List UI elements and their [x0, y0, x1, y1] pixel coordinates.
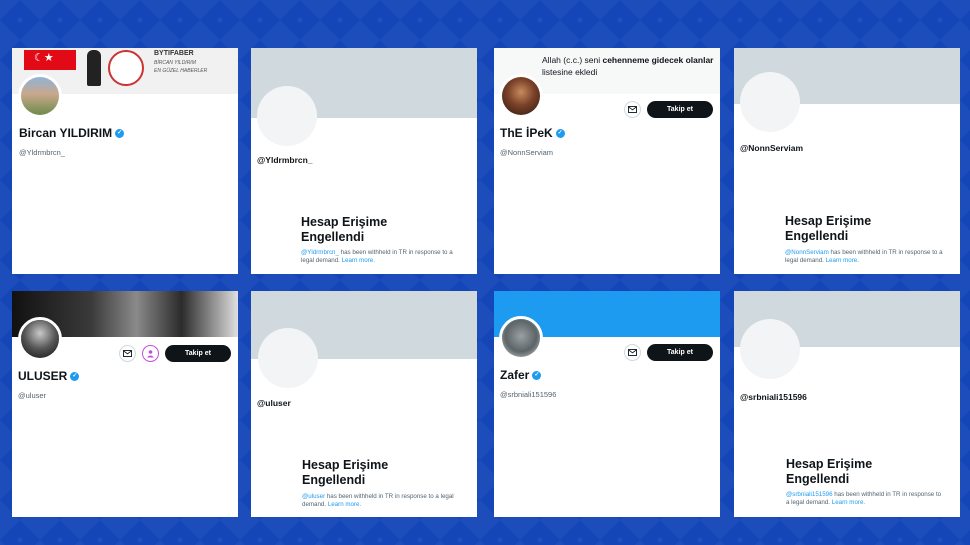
banner-brand-text: BYTIFABER — [154, 50, 194, 57]
banner-quote: Allah (c.c.) seni cehenneme gidecek olan… — [542, 54, 720, 78]
profile-name[interactable]: ThE İPeK ✓ — [500, 126, 565, 140]
withheld-card-uluser: @uluser Hesap Erişime Engellendi @uluser… — [251, 291, 477, 517]
ataturk-figure-image — [87, 50, 101, 86]
profile-handle: @Yldrmbrcn_ — [257, 155, 313, 165]
withheld-card-yldrmbrcn: @Yldrmbrcn_ Hesap Erişime Engellendi @Yl… — [251, 48, 477, 274]
subscribe-button[interactable] — [142, 345, 159, 362]
withheld-card-srbniali: @srbniali151596 Hesap Erişime Engellendi… — [734, 291, 960, 517]
person-icon — [147, 350, 154, 358]
verified-badge-icon: ✓ — [70, 371, 80, 381]
withheld-notice: @uluser has been withheld in TR in respo… — [302, 493, 462, 509]
profile-handle: @uluser — [18, 391, 47, 400]
profile-card-zafer: Takip et Zafer ✓ @srbniali151596 — [494, 291, 720, 517]
follow-button[interactable]: Takip et — [647, 101, 713, 118]
profile-card-ipek: Allah (c.c.) seni cehenneme gidecek olan… — [494, 48, 720, 274]
withheld-title: Hesap Erişime Engellendi — [301, 215, 388, 244]
withheld-notice-text: has been withheld in TR in response to a… — [302, 493, 454, 508]
withheld-notice: @srbniali151596 has been withheld in TR … — [786, 491, 946, 507]
withheld-handle-link[interactable]: @Yldrmbrcn_ — [301, 249, 339, 256]
learn-more-link[interactable]: Learn more. — [342, 257, 375, 264]
message-button[interactable] — [624, 101, 641, 118]
withheld-notice: @Yldrmbrcn_ has been withheld in TR in r… — [301, 249, 461, 265]
crescent-star-icon: ☾★ — [34, 52, 54, 64]
profile-name[interactable]: Zafer ✓ — [500, 368, 542, 382]
avatar[interactable] — [18, 317, 62, 361]
avatar-placeholder — [740, 72, 800, 132]
withheld-handle-link[interactable]: @NonnServiam — [785, 249, 829, 256]
profile-card-uluser: Takip et ULUSER ✓ @uluser — [12, 291, 238, 517]
avatar-placeholder — [257, 86, 317, 146]
withheld-handle-link[interactable]: @srbniali151596 — [786, 491, 833, 498]
learn-more-link[interactable]: Learn more. — [826, 257, 859, 264]
quote-bold: cehenneme gidecek olanlar — [602, 55, 714, 65]
profile-name-text: Bircan YILDIRIM — [19, 126, 113, 140]
profile-handle: @Yldrmbrcn_ — [19, 148, 65, 157]
brand-logo-icon — [108, 50, 144, 86]
profile-name-text: ULUSER — [18, 369, 68, 383]
avatar[interactable] — [499, 74, 543, 118]
withheld-title: Hesap Erişime Engellendi — [786, 457, 873, 486]
mail-icon — [123, 350, 132, 357]
profile-name[interactable]: Bircan YILDIRIM ✓ — [19, 126, 125, 140]
profile-name[interactable]: ULUSER ✓ — [18, 369, 80, 383]
withheld-title: Hesap Erişime Engellendi — [785, 214, 872, 243]
follow-button[interactable]: Takip et — [647, 344, 713, 361]
learn-more-link[interactable]: Learn more. — [832, 499, 865, 506]
avatar-placeholder — [740, 319, 800, 379]
withheld-title: Hesap Erişime Engellendi — [302, 458, 389, 487]
withheld-notice: @NonnServiam has been withheld in TR in … — [785, 249, 945, 265]
banner-slogan: EN GÜZEL HABERLER — [154, 68, 208, 74]
profile-handle: @uluser — [257, 398, 291, 408]
banner-brand-sub: BİRCAN YILDIRIM — [154, 60, 196, 66]
message-button[interactable] — [119, 345, 136, 362]
avatar-placeholder — [258, 328, 318, 388]
mail-icon — [628, 349, 637, 356]
verified-badge-icon: ✓ — [115, 128, 125, 138]
quote-part-2: listesine ekledi — [542, 67, 598, 77]
message-button[interactable] — [624, 344, 641, 361]
verified-badge-icon: ✓ — [555, 128, 565, 138]
learn-more-link[interactable]: Learn more. — [328, 501, 361, 508]
follow-button[interactable]: Takip et — [165, 345, 231, 362]
profile-handle: @NonnServiam — [500, 148, 554, 157]
profile-handle: @srbniali151596 — [740, 392, 807, 402]
avatar[interactable] — [499, 316, 543, 360]
profile-card-bircan: ☾★ BYTIFABER BİRCAN YILDIRIM EN GÜZEL HA… — [12, 48, 238, 274]
withheld-card-nonnserviam: @NonnServiam Hesap Erişime Engellendi @N… — [734, 48, 960, 274]
profile-handle: @srbniali151596 — [500, 390, 557, 399]
quote-part-1: Allah (c.c.) seni — [542, 55, 603, 65]
mail-icon — [628, 106, 637, 113]
profile-name-text: Zafer — [500, 368, 530, 382]
avatar[interactable] — [18, 74, 62, 118]
profile-name-text: ThE İPeK — [500, 126, 553, 140]
verified-badge-icon: ✓ — [532, 370, 542, 380]
withheld-handle-link[interactable]: @uluser — [302, 493, 325, 500]
profile-handle: @NonnServiam — [740, 143, 804, 153]
